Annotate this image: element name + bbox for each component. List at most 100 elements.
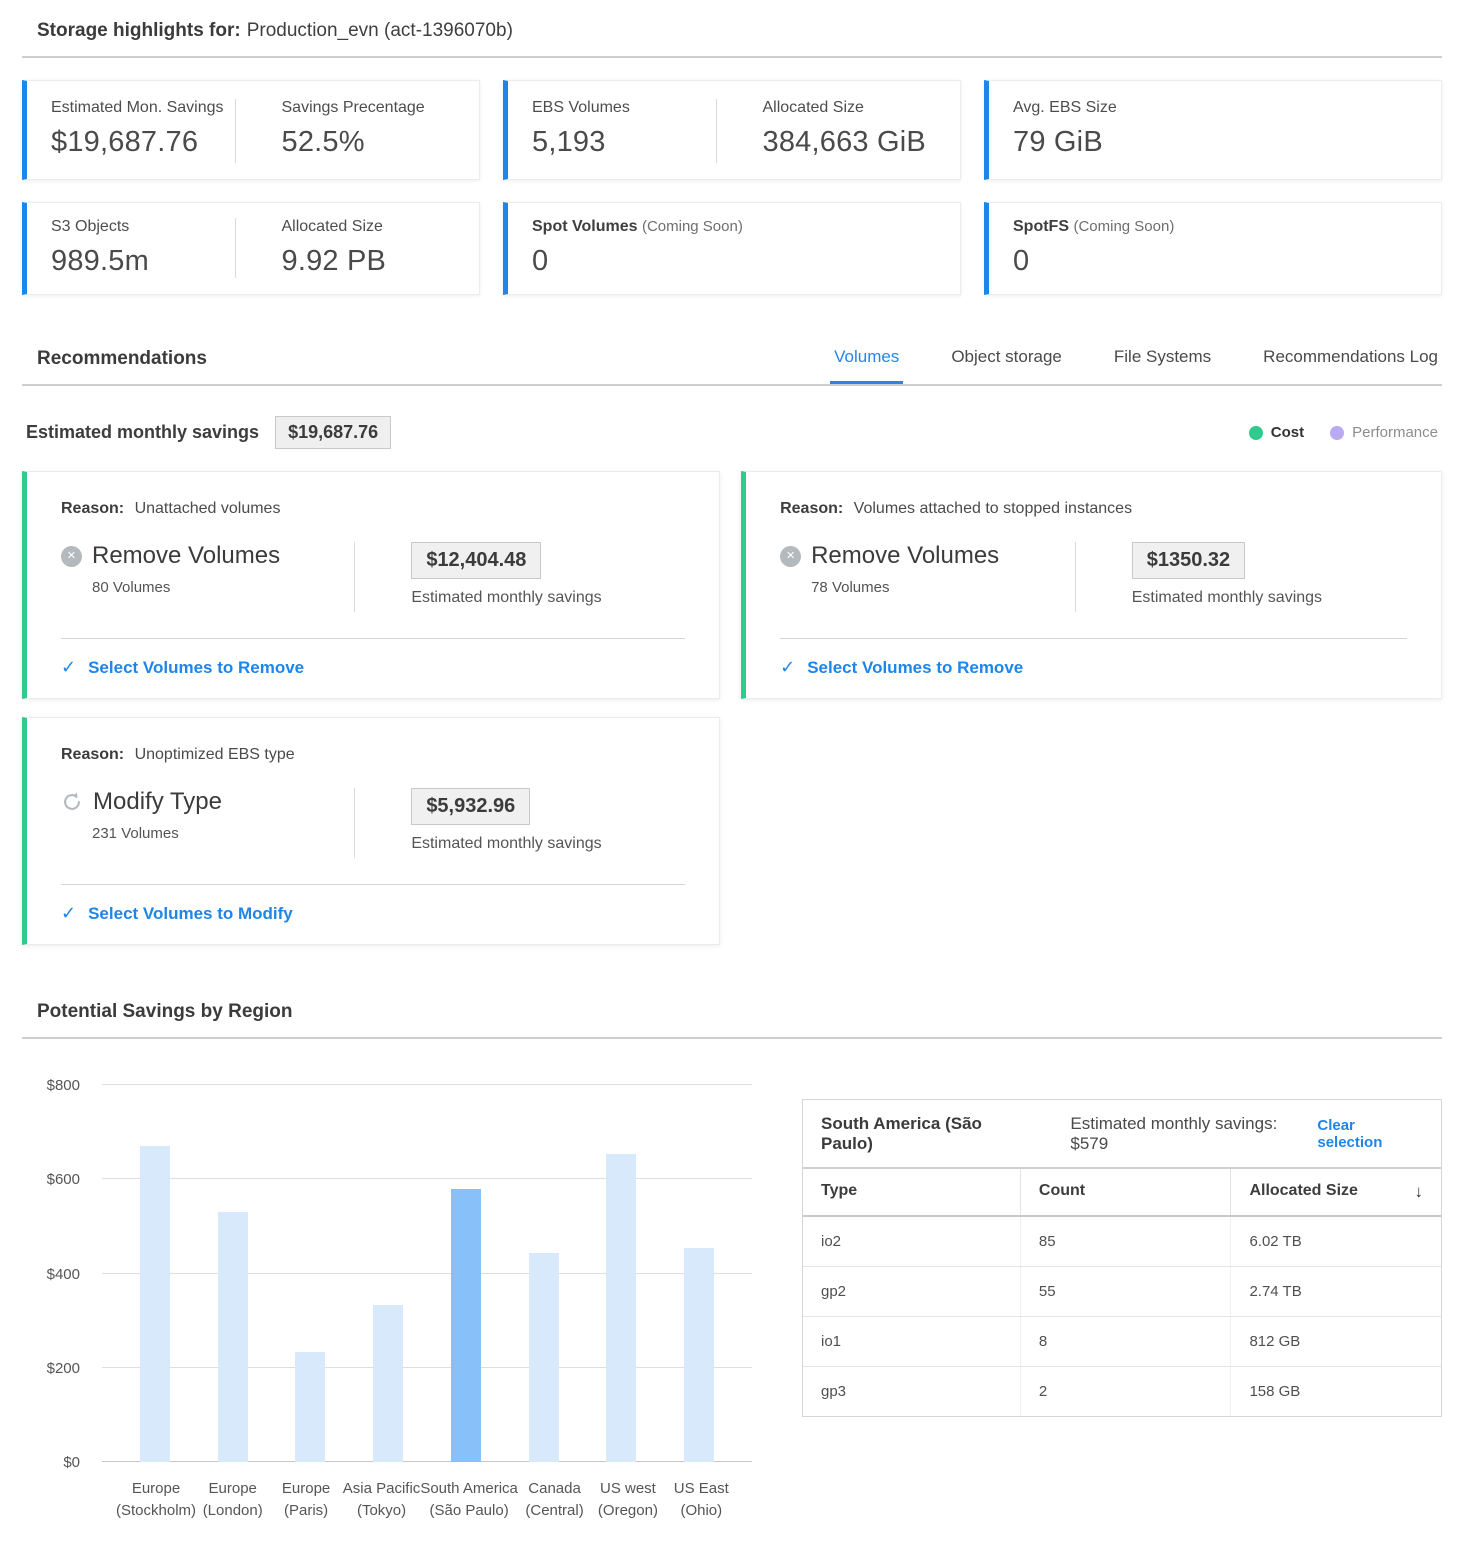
recommendations-title: Recommendations xyxy=(22,348,207,384)
savings-caption: Estimated monthly savings xyxy=(411,835,601,853)
account-name: Production_evn (act-1396070b) xyxy=(247,20,513,41)
column-header-allocated-size[interactable]: Allocated Size ↓ xyxy=(1230,1169,1441,1215)
chart-xlabels: Europe(Stockholm)Europe(London)Europe(Pa… xyxy=(102,1478,752,1522)
reason-label: Reason: xyxy=(61,500,124,517)
table-cell: 6.02 TB xyxy=(1230,1217,1441,1266)
table-cell: gp3 xyxy=(803,1367,1020,1416)
action-title: Remove Volumes xyxy=(811,542,999,570)
chart-bar-europe-stockholm[interactable] xyxy=(140,1146,170,1462)
stat-label: Spot Volumes xyxy=(532,218,638,235)
clear-selection-link[interactable]: Clear selection xyxy=(1317,1117,1423,1151)
volume-count: 80 Volumes xyxy=(92,579,354,596)
chart-bar-europe-paris[interactable] xyxy=(295,1352,325,1462)
table-cell: 55 xyxy=(1020,1267,1231,1316)
chart-xtick-label: Asia Pacific(Tokyo) xyxy=(343,1478,421,1522)
reason-label: Reason: xyxy=(61,746,124,763)
stat-value: 79 GiB xyxy=(1013,126,1417,159)
select-volumes-to-remove-link[interactable]: ✓ Select Volumes to Remove xyxy=(746,639,1441,698)
tabs-divider xyxy=(22,384,1442,386)
select-volumes-to-modify-link[interactable]: ✓ Select Volumes to Modify xyxy=(27,885,719,944)
performance-dot-icon xyxy=(1330,426,1344,440)
volume-count: 78 Volumes xyxy=(811,579,1075,596)
savings-badge: $19,687.76 xyxy=(275,416,391,449)
savings-caption: Estimated monthly savings xyxy=(1132,589,1322,607)
rec-card-unoptimized-type: Reason: Unoptimized EBS type Modify Type… xyxy=(22,717,720,945)
check-icon: ✓ xyxy=(780,657,795,678)
reason-text: Volumes attached to stopped instances xyxy=(854,500,1132,517)
region-savings-subtitle: Estimated monthly savings: $579 xyxy=(1070,1114,1317,1154)
select-volumes-to-remove-link[interactable]: ✓ Select Volumes to Remove xyxy=(27,639,719,698)
chart-bar-us-east-ohio[interactable] xyxy=(684,1248,714,1462)
table-row: io2856.02 TB xyxy=(803,1217,1441,1267)
recommendations-tabs: Volumes Object storage File Systems Recomme… xyxy=(830,347,1442,384)
stat-label: Avg. EBS Size xyxy=(1013,99,1417,117)
chart-xtick-label: US west(Oregon) xyxy=(591,1478,664,1522)
highlight-cards-row-2: S3 Objects 989.5m Allocated Size 9.92 PB… xyxy=(22,202,1442,295)
stat-value: 989.5m xyxy=(51,245,225,278)
chart-bar-europe-london[interactable] xyxy=(218,1212,248,1462)
cost-dot-icon xyxy=(1249,426,1263,440)
tab-recommendations-log[interactable]: Recommendations Log xyxy=(1259,347,1442,384)
stat-value: 384,663 GiB xyxy=(763,126,937,159)
chart-ytick-label: $600 xyxy=(47,1171,80,1188)
stat-label: Estimated Mon. Savings xyxy=(51,99,225,117)
tab-volumes[interactable]: Volumes xyxy=(830,347,903,384)
chart-bar-us-west-oregon[interactable] xyxy=(606,1154,636,1462)
chart-ytick-label: $0 xyxy=(63,1454,80,1471)
remove-circle-icon: ✕ xyxy=(780,546,801,567)
chart-xtick-label: Europe(Paris) xyxy=(269,1478,342,1522)
page-title: Storage highlights for: xyxy=(37,20,241,41)
stat-value: 9.92 PB xyxy=(282,245,456,278)
table-cell: gp2 xyxy=(803,1267,1020,1316)
card-ebs-volumes: EBS Volumes 5,193 Allocated Size 384,663… xyxy=(503,80,961,180)
savings-by-region-chart: $0$200$400$600$800 Europe(Stockholm)Euro… xyxy=(22,1085,752,1522)
region-detail-panel: South America (São Paulo) Estimated mont… xyxy=(802,1099,1442,1417)
reason-text: Unoptimized EBS type xyxy=(135,746,295,763)
chart-ytick-label: $200 xyxy=(47,1360,80,1377)
savings-row: Estimated monthly savings $19,687.76 Cos… xyxy=(22,416,1442,449)
stat-value: $19,687.76 xyxy=(51,126,225,159)
card-estimated-savings: Estimated Mon. Savings $19,687.76 Saving… xyxy=(22,80,480,180)
card-s3-objects: S3 Objects 989.5m Allocated Size 9.92 PB xyxy=(22,202,480,295)
recommendations-header: Recommendations Volumes Object storage Fil… xyxy=(22,347,1442,384)
region-divider xyxy=(22,1037,1442,1039)
table-cell: 812 GB xyxy=(1230,1317,1441,1366)
chart-xtick-label: Canada(Central) xyxy=(518,1478,591,1522)
chart-bars xyxy=(102,1085,752,1462)
savings-caption: Estimated monthly savings xyxy=(411,589,601,607)
tab-file-systems[interactable]: File Systems xyxy=(1110,347,1215,384)
action-title: Modify Type xyxy=(93,788,222,816)
header-divider xyxy=(22,56,1442,58)
savings-label: Estimated monthly savings xyxy=(26,422,259,443)
column-header-type[interactable]: Type xyxy=(803,1169,1020,1215)
check-icon: ✓ xyxy=(61,903,76,924)
table-cell: 158 GB xyxy=(1230,1367,1441,1416)
column-header-count[interactable]: Count xyxy=(1020,1169,1231,1215)
card-spotfs: SpotFS (Coming Soon) 0 xyxy=(984,202,1442,295)
stat-value: 5,193 xyxy=(532,126,706,159)
chart-xtick-label: Europe(London) xyxy=(196,1478,269,1522)
table-cell: 85 xyxy=(1020,1217,1231,1266)
stat-label: EBS Volumes xyxy=(532,99,706,117)
legend-item-cost: Cost xyxy=(1249,424,1304,441)
chart-bar-canada-central[interactable] xyxy=(529,1253,559,1462)
sort-descending-icon[interactable]: ↓ xyxy=(1414,1182,1423,1202)
table-cell: 2.74 TB xyxy=(1230,1267,1441,1316)
page-header: Storage highlights for: Production_evn (a… xyxy=(22,16,1442,56)
stat-label: Allocated Size xyxy=(282,218,456,236)
savings-amount: $1350.32 xyxy=(1132,542,1245,579)
storage-dashboard: Storage highlights for: Production_evn (a… xyxy=(0,0,1468,1552)
chart-yaxis: $0$200$400$600$800 xyxy=(22,1085,102,1462)
coming-soon-note: (Coming Soon) xyxy=(642,218,743,235)
table-row: io18812 GB xyxy=(803,1317,1441,1367)
stat-divider xyxy=(716,99,717,163)
stat-divider xyxy=(235,99,236,163)
stat-value: 0 xyxy=(1013,245,1417,278)
recommendation-cards: Reason: Unattached volumes ✕ Remove Volu… xyxy=(22,471,1442,945)
chart-bar-south-america-são-paulo[interactable] xyxy=(451,1189,481,1462)
tab-object-storage[interactable]: Object storage xyxy=(947,347,1066,384)
chart-bar-asia-pacific-tokyo[interactable] xyxy=(373,1305,403,1462)
table-row: gp32158 GB xyxy=(803,1367,1441,1416)
stat-label: Savings Precentage xyxy=(282,99,456,117)
table-row: gp2552.74 TB xyxy=(803,1267,1441,1317)
